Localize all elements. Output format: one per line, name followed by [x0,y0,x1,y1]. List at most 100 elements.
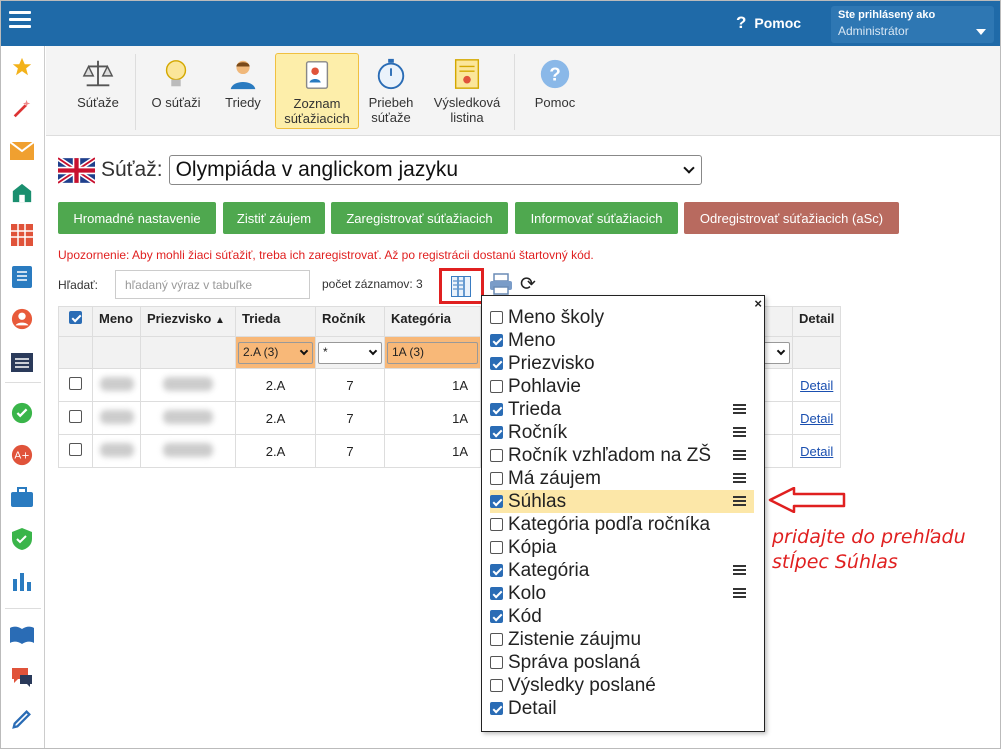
column-option-checkbox[interactable] [490,656,503,669]
column-option[interactable]: Výsledky poslané [490,674,754,697]
column-option[interactable]: Ročník [490,421,754,444]
chat-icon[interactable] [10,666,34,688]
column-option[interactable]: Pohlavie [490,375,754,398]
column-option-checkbox[interactable] [490,403,503,416]
row-checkbox[interactable] [69,443,82,456]
column-option-label: Kolo [508,582,547,604]
detail-link[interactable]: Detail [800,411,833,426]
bar-chart-icon[interactable] [10,570,34,592]
reorder-icon[interactable] [733,404,746,416]
inform-participants-button[interactable]: Informovať súťažiacich [515,202,678,234]
briefcase-icon[interactable] [10,486,34,508]
column-option-checkbox[interactable] [490,311,503,324]
detail-link[interactable]: Detail [800,378,833,393]
column-option-checkbox[interactable] [490,610,503,623]
column-option-checkbox[interactable] [490,633,503,646]
column-option-checkbox[interactable] [490,449,503,462]
reorder-icon[interactable] [733,450,746,462]
toolbar-progress-button[interactable]: Priebeh súťaže [364,53,418,129]
pen-icon[interactable] [10,708,34,730]
column-option-checkbox[interactable] [490,518,503,531]
filter-select[interactable] [762,341,790,364]
column-option-checkbox[interactable] [490,426,503,439]
detail-link[interactable]: Detail [800,444,833,459]
filter-rocnik-select[interactable]: * [318,341,382,364]
column-option[interactable]: Kolo [490,582,754,605]
column-option-checkbox[interactable] [490,357,503,370]
header-priezvisko[interactable]: Priezvisko ▲ [140,306,236,337]
header-meno[interactable]: Meno [92,306,141,337]
toolbar-results-button[interactable]: Výsledková listina [426,53,508,129]
toolbar-about-button[interactable]: O súťaži [144,53,208,129]
filter-trieda-select[interactable]: 2.A (3) [238,341,313,364]
column-option-checkbox[interactable] [490,472,503,485]
column-option-checkbox[interactable] [490,702,503,715]
contest-select[interactable]: Olympiáda v anglickom jazyku [168,155,702,185]
column-option-checkbox[interactable] [490,334,503,347]
filter-kategoria-select[interactable]: 1A (3) [387,341,478,364]
reorder-icon[interactable] [733,588,746,600]
print-icon[interactable] [489,273,513,295]
column-option[interactable]: Má záujem [490,467,754,490]
header-detail[interactable]: Detail [791,306,842,337]
reorder-icon[interactable] [733,565,746,577]
toolbar-contests-button[interactable]: Súťaže [68,53,128,129]
column-option-checkbox[interactable] [490,541,503,554]
column-option[interactable]: Kategória podľa ročníka [490,513,754,536]
open-book-icon[interactable] [10,624,34,646]
shield-icon[interactable] [10,528,34,550]
column-option[interactable]: Zistenie záujmu [490,628,754,651]
calendar-grid-icon[interactable] [10,224,34,246]
search-input[interactable]: hľadaný výraz v tabuľke [115,270,310,299]
column-option[interactable]: Priezvisko [490,352,754,375]
close-icon[interactable]: × [754,296,762,311]
column-option[interactable]: Kópia [490,536,754,559]
find-interest-button[interactable]: Zistiť záujem [223,202,325,234]
reorder-icon[interactable] [733,496,746,508]
school-icon[interactable] [10,182,34,204]
reorder-icon[interactable] [733,427,746,439]
column-option[interactable]: Meno školy [490,306,754,329]
toolbar-help-button[interactable]: ? Pomoc [524,53,586,129]
schedule-icon[interactable] [10,350,34,372]
column-option[interactable]: Detail [490,697,754,720]
column-option[interactable]: Správa poslaná [490,651,754,674]
row-checkbox[interactable] [69,410,82,423]
toolbar-participants-button[interactable]: Zoznam súťažiacich [275,53,359,129]
column-option[interactable]: Súhlas [490,490,754,513]
help-link[interactable]: ? Pomoc [736,13,801,33]
column-option-checkbox[interactable] [490,587,503,600]
header-kategoria[interactable]: Kategória [384,306,481,337]
row-checkbox[interactable] [69,377,82,390]
magic-wand-icon[interactable] [10,98,34,120]
header-trieda[interactable]: Trieda [235,306,316,337]
unregister-participants-button[interactable]: Odregistrovať súťažiacich (aSc) [684,202,899,234]
notebook-icon[interactable] [10,266,34,288]
star-icon[interactable] [10,56,34,78]
column-option[interactable]: Trieda [490,398,754,421]
user-circle-icon[interactable] [10,308,34,330]
cell-priezvisko [140,368,236,402]
column-option-checkbox[interactable] [490,495,503,508]
column-option-checkbox[interactable] [490,679,503,692]
mail-icon[interactable] [10,140,34,162]
reorder-icon[interactable] [733,473,746,485]
column-option[interactable]: Kategória [490,559,754,582]
columns-button[interactable] [439,268,484,304]
register-participants-button[interactable]: Zaregistrovať súťažiacich [331,202,508,234]
refresh-icon[interactable]: ⟳ [520,273,536,296]
redacted-name [99,376,134,391]
bulk-settings-button[interactable]: Hromadné nastavenie [58,202,216,234]
column-option[interactable]: Ročník vzhľadom na ZŠ [490,444,754,467]
column-option[interactable]: Meno [490,329,754,352]
header-rocnik[interactable]: Ročník [315,306,385,337]
column-option-checkbox[interactable] [490,564,503,577]
user-dropdown[interactable]: Ste prihlásený ako Administrátor [831,6,994,43]
check-circle-icon[interactable] [10,402,34,424]
column-option[interactable]: Kód [490,605,754,628]
column-option-checkbox[interactable] [490,380,503,393]
toolbar-classes-button[interactable]: Triedy [216,53,270,129]
grade-icon[interactable]: A+ [10,444,34,466]
menu-icon[interactable] [9,11,31,31]
select-all-checkbox[interactable] [69,311,82,324]
